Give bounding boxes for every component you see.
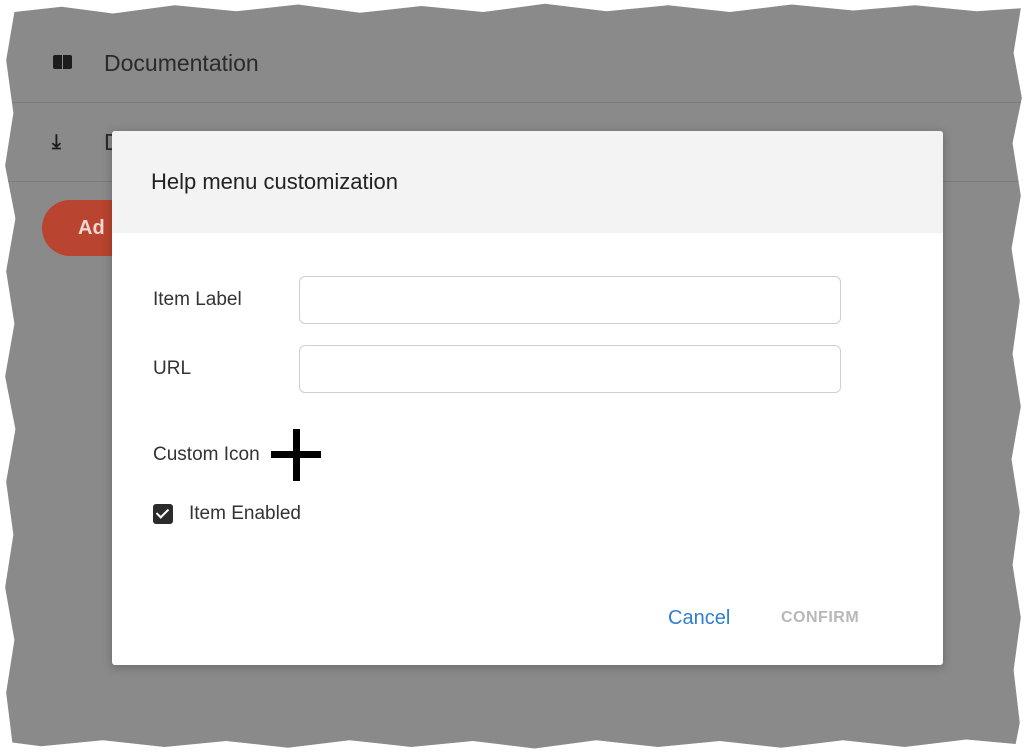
item-label-input[interactable] [299, 276, 841, 324]
confirm-button[interactable]: CONFIRM [781, 609, 859, 627]
app-background-dimmed: Documentation ⤓ D Ad Help menu customiza… [5, 3, 1022, 749]
menu-item-documentation-label: Documentation [104, 49, 259, 76]
item-label-label: Item Label [153, 289, 242, 310]
custom-icon-row: Custom Icon [153, 427, 324, 483]
download-icon: ⤓ [52, 131, 61, 153]
item-enabled-checkbox[interactable] [153, 504, 173, 524]
url-input[interactable] [299, 345, 841, 393]
dialog-title: Help menu customization [151, 169, 399, 194]
dialog-header: Help menu customization [112, 131, 943, 233]
cancel-button[interactable]: Cancel [668, 607, 730, 630]
item-enabled-row[interactable]: Item Enabled [153, 503, 301, 525]
plus-icon[interactable] [268, 427, 324, 483]
book-icon [52, 52, 74, 74]
screenshot-frame: Documentation ⤓ D Ad Help menu customiza… [0, 0, 1028, 753]
url-label: URL [153, 358, 192, 379]
help-menu-customization-dialog: Help menu customization Item Label URL C… [112, 131, 943, 665]
custom-icon-label: Custom Icon [153, 444, 260, 465]
item-enabled-label: Item Enabled [189, 503, 301, 524]
url-row: URL [153, 345, 841, 393]
item-label-row: Item Label [153, 276, 841, 324]
menu-item-documentation: Documentation [5, 24, 1022, 103]
